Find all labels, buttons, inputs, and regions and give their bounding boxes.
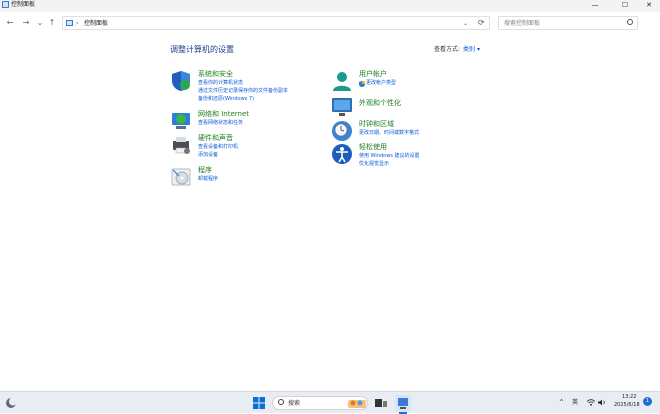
- network-globe-icon[interactable]: [170, 110, 192, 132]
- address-dropdown-chevron-icon[interactable]: ⌄: [463, 18, 468, 30]
- search-highlight-icon: [348, 400, 366, 408]
- link-add-device[interactable]: 添加设备: [198, 152, 218, 159]
- start-windows-icon[interactable]: [253, 397, 265, 409]
- back-arrow-icon[interactable]: ←: [4, 17, 16, 29]
- task-view-icon[interactable]: [375, 397, 387, 409]
- link-file-history-backup[interactable]: 通过文件历史记录保存你的文件备份副本: [198, 88, 288, 95]
- user-account-icon[interactable]: [331, 70, 353, 92]
- notification-badge[interactable]: 1: [643, 397, 652, 406]
- tray-overflow-chevron-icon[interactable]: ^: [559, 399, 564, 406]
- link-view-computer-status[interactable]: 查看你的计算机状态: [198, 80, 243, 87]
- clock-globe-icon[interactable]: [331, 120, 353, 142]
- link-devices-printers[interactable]: 查看设备和打印机: [198, 144, 238, 151]
- close-button[interactable]: ✕: [638, 0, 660, 10]
- printer-icon[interactable]: [170, 134, 192, 156]
- recent-chevron-down-icon[interactable]: ⌄: [34, 17, 46, 29]
- navigation-bar: ← → ⌄ ↑ › 控制面板 ⌄ ⟳ 搜索控制面板: [0, 12, 660, 34]
- control-panel-window: 控制面板 — ☐ ✕ ← → ⌄ ↑ › 控制面板 ⌄ ⟳ 搜索控制面板 调整计…: [0, 0, 660, 391]
- category-title-user-accounts[interactable]: 用户帐户: [359, 70, 387, 79]
- control-panel-icon: [66, 20, 73, 26]
- view-by-label: 查看方式:: [434, 46, 461, 53]
- control-panel-taskbar-icon[interactable]: [395, 395, 411, 411]
- link-date-time-format[interactable]: 更改日期、时间或数字格式: [359, 130, 419, 137]
- control-panel-icon: [2, 1, 9, 8]
- taskbar-search-label: 搜索: [288, 400, 301, 407]
- accessibility-icon[interactable]: [331, 143, 353, 165]
- category-title-appearance[interactable]: 外观和个性化: [359, 99, 401, 108]
- taskbar-search[interactable]: 搜索: [272, 396, 368, 410]
- link-recommended-settings[interactable]: 使用 Windows 建议的设置: [359, 153, 420, 160]
- refresh-icon[interactable]: ⟳: [478, 17, 485, 29]
- category-title-clock-region[interactable]: 时钟和区域: [359, 120, 394, 129]
- taskbar-date[interactable]: 2025/6/18: [614, 402, 640, 409]
- link-optimize-visual[interactable]: 优化视觉显示: [359, 161, 389, 168]
- taskbar-time[interactable]: 13:22: [622, 394, 636, 401]
- search-icon: [278, 399, 284, 405]
- category-title-system-security[interactable]: 系统和安全: [198, 70, 233, 79]
- maximize-button[interactable]: ☐: [614, 0, 636, 10]
- monitor-icon[interactable]: [331, 96, 353, 118]
- uac-shield-icon: [359, 81, 365, 87]
- shield-icon[interactable]: [170, 70, 192, 92]
- programs-disc-icon[interactable]: [170, 166, 192, 188]
- speaker-icon[interactable]: [598, 399, 606, 406]
- title-bar: 控制面板 — ☐ ✕: [0, 0, 660, 12]
- wifi-icon[interactable]: [587, 399, 595, 406]
- address-bar[interactable]: › 控制面板 ⌄: [62, 16, 490, 30]
- window-title: 控制面板: [11, 1, 36, 8]
- category-title-network[interactable]: 网络和 Internet: [198, 110, 249, 119]
- weather-moon-icon[interactable]: [5, 397, 17, 409]
- search-icon: [627, 19, 633, 25]
- up-arrow-icon[interactable]: ↑: [46, 17, 58, 29]
- search-input[interactable]: 搜索控制面板: [498, 16, 638, 30]
- category-title-hardware[interactable]: 硬件和声音: [198, 134, 233, 143]
- search-placeholder: 搜索控制面板: [504, 20, 541, 27]
- taskbar: 搜索 ^ 英 13:22 2025/6/18: [0, 391, 660, 414]
- page-title: 调整计算机的设置: [170, 45, 234, 54]
- breadcrumb-control-panel[interactable]: 控制面板: [84, 18, 108, 30]
- link-network-status[interactable]: 查看网络状态和任务: [198, 120, 243, 127]
- breadcrumb-separator: ›: [76, 20, 79, 27]
- view-by: 查看方式: 类别 ▾: [434, 44, 480, 53]
- minimize-button[interactable]: —: [584, 0, 606, 10]
- category-title-ease-access[interactable]: 轻松使用: [359, 143, 387, 152]
- forward-arrow-icon[interactable]: →: [20, 17, 32, 29]
- link-uninstall-program[interactable]: 卸载程序: [198, 176, 218, 183]
- category-title-programs[interactable]: 程序: [198, 166, 212, 175]
- link-backup-restore[interactable]: 备份和还原(Windows 7): [198, 96, 254, 103]
- view-by-dropdown[interactable]: 类别 ▾: [463, 46, 480, 53]
- ime-indicator[interactable]: 英: [572, 399, 578, 406]
